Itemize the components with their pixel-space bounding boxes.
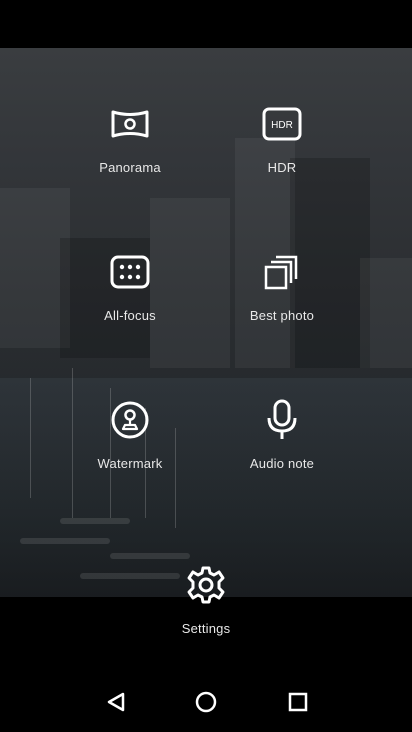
mode-label: All-focus [104,308,156,323]
mode-label: Panorama [99,160,161,175]
hdr-icon-text: HDR [271,120,293,131]
mode-label: Audio note [249,456,315,471]
settings-button[interactable]: Settings [146,553,266,643]
mode-panorama[interactable]: Panorama [55,92,205,192]
gear-icon [184,563,228,607]
microphone-icon [260,398,304,442]
navigation-bar [0,672,412,732]
status-bar [0,0,412,48]
mode-hdr[interactable]: HDR HDR [207,92,357,192]
home-circle-icon[interactable] [192,688,220,716]
panorama-icon [108,102,152,146]
watermark-icon [108,398,152,442]
best-photo-icon [260,250,304,294]
all-focus-icon [108,250,152,294]
hdr-icon: HDR [260,102,304,146]
mode-all-focus[interactable]: All-focus [55,240,205,340]
mode-best-photo[interactable]: Best photo [207,240,357,340]
mode-label: Watermark [97,456,163,471]
mode-audio-note[interactable]: Audio note [207,388,357,488]
back-triangle-icon[interactable] [102,688,130,716]
mode-label: Best photo [249,308,315,323]
settings-label: Settings [181,621,231,636]
mode-watermark[interactable]: Watermark [55,388,205,488]
recents-square-icon[interactable] [284,688,312,716]
mode-label: HDR [267,160,297,175]
